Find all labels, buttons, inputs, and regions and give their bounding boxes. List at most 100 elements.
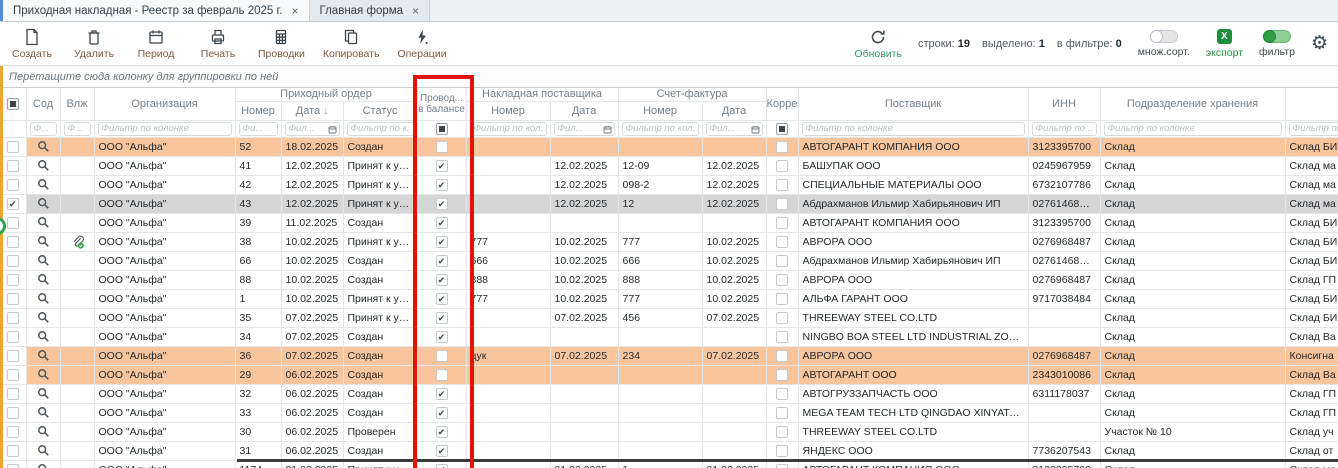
balance-checkbox[interactable] [436,274,448,286]
correction-checkbox[interactable] [776,293,788,305]
balance-checkbox[interactable] [436,369,448,381]
horizontal-scrollbar[interactable] [237,459,1338,462]
column-header-supplier[interactable]: Поставщик [798,88,1028,120]
table-row[interactable]: ООО "Альфа"3306.02.2025СозданMEGA TEAM T… [0,403,1338,422]
filter-status[interactable] [347,122,414,136]
row-checkbox[interactable] [7,293,19,305]
balance-checkbox[interactable] [436,255,448,267]
correction-checkbox[interactable] [776,464,788,468]
correction-checkbox[interactable] [776,445,788,457]
tab-invoice-registry[interactable]: Приходная накладная - Реестр за февраль … [3,0,310,21]
filter-supplier[interactable] [802,122,1025,136]
row-checkbox[interactable] [7,369,19,381]
magnifier-icon[interactable] [37,463,50,468]
correction-checkbox[interactable] [776,217,788,229]
copy-button[interactable]: Копировать [323,28,380,60]
table-row[interactable]: ООО "Альфа"3810.02.2025Принят к учету777… [0,232,1338,251]
magnifier-icon[interactable] [37,311,50,324]
row-checkbox[interactable] [7,331,19,343]
row-checkbox[interactable] [7,464,19,468]
balance-checkbox[interactable] [436,198,448,210]
balance-checkbox[interactable] [436,179,448,191]
balance-checkbox[interactable] [436,464,448,468]
row-checkbox[interactable] [7,217,19,229]
magnifier-icon[interactable] [37,235,50,248]
column-header-status[interactable]: Статус [343,101,417,120]
correction-checkbox[interactable] [776,179,788,191]
column-header-num[interactable]: Номер [235,101,281,120]
table-row[interactable]: ООО "Альфа"3106.02.2025СозданЯНДЕКС ООО7… [0,441,1338,460]
correction-checkbox[interactable] [776,426,788,438]
column-header-org[interactable]: Организация [94,88,235,120]
period-button[interactable]: Период [134,28,178,60]
balance-checkbox[interactable] [436,217,448,229]
table-row[interactable]: ООО "Альфа"3911.02.2025СозданАВТОГАРАНТ … [0,213,1338,232]
magnifier-icon[interactable] [37,330,50,343]
row-checkbox[interactable] [7,160,19,172]
balance-checkbox[interactable] [436,426,448,438]
correction-checkbox[interactable] [776,236,788,248]
filter-inv_num[interactable] [470,122,547,136]
table-row[interactable]: ООО "Альфа"110.02.2025Принят к учету7771… [0,289,1338,308]
magnifier-icon[interactable] [37,406,50,419]
balance-checkbox[interactable] [436,141,448,153]
correction-checkbox[interactable] [776,198,788,210]
table-row[interactable]: ООО "Альфа"2906.02.2025СозданАВТОГАРАНТ … [0,365,1338,384]
table-row[interactable]: ООО "Альфа"4112.02.2025Принят к учету12.… [0,156,1338,175]
magnifier-icon[interactable] [37,140,50,153]
balance-checkbox[interactable] [436,160,448,172]
groupby-dropzone[interactable]: Перетащите сюда колонку для группировки … [0,66,1338,88]
filter-inn[interactable] [1032,122,1097,136]
filter-attach[interactable] [64,122,91,136]
column-header-inn[interactable]: ИНН [1028,88,1100,120]
correction-checkbox[interactable] [776,160,788,172]
close-icon[interactable]: × [292,4,299,18]
magnifier-icon[interactable] [37,178,50,191]
filter-toggle[interactable] [1263,30,1291,43]
row-checkbox[interactable] [7,445,19,457]
correction-checkbox[interactable] [776,312,788,324]
filter-sf_num[interactable] [622,122,699,136]
row-checkbox[interactable] [7,388,19,400]
balance-checkbox[interactable] [436,312,448,324]
correction-checkbox[interactable] [776,369,788,381]
column-header-storage[interactable]: Подразделение хранения [1100,88,1285,120]
correction-checkbox[interactable] [776,350,788,362]
table-row[interactable]: ООО "Альфа"4312.02.2025Принят к учету12.… [0,194,1338,213]
magnifier-icon[interactable] [37,425,50,438]
row-checkbox[interactable] [7,198,19,210]
balance-checkbox[interactable] [436,293,448,305]
row-checkbox[interactable] [7,179,19,191]
correction-checkbox[interactable] [776,255,788,267]
correction-checkbox[interactable] [776,274,788,286]
balance-checkbox[interactable] [436,388,448,400]
balance-checkbox[interactable] [436,236,448,248]
table-row[interactable]: ООО "Альфа"3507.02.2025Принят к учету07.… [0,308,1338,327]
magnifier-icon[interactable] [37,444,50,457]
correction-checkbox[interactable] [776,407,788,419]
row-checkbox[interactable] [7,255,19,267]
table-row[interactable]: ООО "Альфа"5218.02.2025СозданАВТОГАРАНТ … [0,137,1338,156]
close-icon[interactable]: × [412,4,419,18]
magnifier-icon[interactable] [37,254,50,267]
row-checkbox[interactable] [7,426,19,438]
column-header-sel[interactable] [0,88,26,120]
magnifier-icon[interactable] [37,273,50,286]
delete-button[interactable]: Удалить [72,28,116,60]
filter-storage[interactable] [1104,122,1282,136]
table-row[interactable]: ООО "Альфа"6610.02.2025Создан66610.02.20… [0,251,1338,270]
table-row[interactable]: ООО "Альфа"3206.02.2025СозданАВТОГРУЗЗАП… [0,384,1338,403]
column-header-inv_num[interactable]: Номер [466,101,550,120]
tab-main-form[interactable]: Главная форма × [310,0,431,21]
magnifier-icon[interactable] [37,292,50,305]
filter-wh[interactable] [1289,122,1338,136]
column-header-attach[interactable]: Влж [60,88,94,120]
balance-checkbox[interactable] [436,407,448,419]
correction-checkbox[interactable] [776,331,788,343]
magnifier-icon[interactable] [37,387,50,400]
gear-icon[interactable]: ⚙ [1311,34,1328,53]
row-checkbox[interactable] [7,236,19,248]
operations-button[interactable]: Операции [397,28,446,60]
column-header-balance[interactable]: Провод...в балансе [417,88,466,120]
row-checkbox[interactable] [7,141,19,153]
